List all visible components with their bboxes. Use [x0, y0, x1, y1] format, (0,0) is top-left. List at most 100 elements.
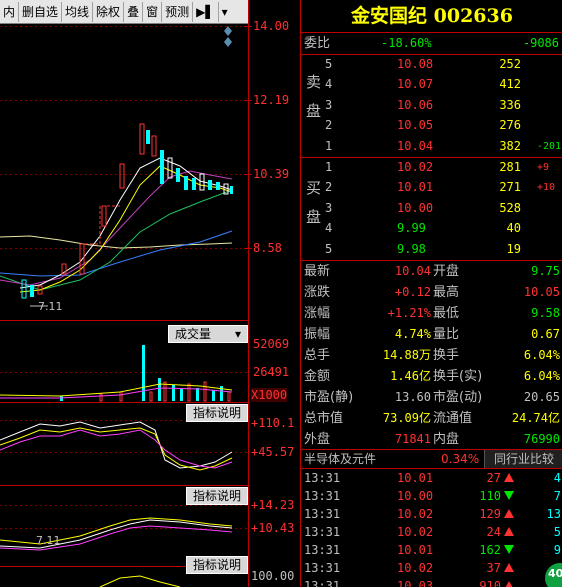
toolbar-item-ma[interactable]: 均线	[62, 1, 94, 22]
buy-volume: 19	[506, 241, 521, 256]
toolbar-item-inner[interactable]: 内	[0, 1, 20, 22]
sell-level-num: 4	[325, 77, 333, 92]
tick-row[interactable]: 13:31 10.02 24 5	[301, 523, 562, 541]
toolbar-item-forecast[interactable]: 预测	[162, 1, 194, 22]
stat-label: 涨幅	[304, 306, 331, 321]
tick-row[interactable]: 13:31 10.00 110 7	[301, 487, 562, 505]
stat-label: 量比	[433, 327, 460, 342]
low-price-marker: 7.11	[38, 300, 63, 313]
stat-row: 外盘 71841 内盘 76990	[301, 429, 562, 450]
tick-time: 13:31	[304, 579, 341, 587]
tick-price: 10.01	[397, 471, 434, 485]
buy-change: +9	[537, 162, 550, 173]
tick-volume: 27	[486, 471, 501, 485]
stat-value: +1.21%	[387, 306, 431, 320]
tick-row[interactable]: 13:31 10.03 910	[301, 577, 562, 587]
sell-level-row[interactable]: 1 10.04 382 -201	[301, 136, 562, 157]
buy-price: 10.02	[397, 160, 434, 174]
sell-level-row[interactable]: 5 10.08 252	[301, 54, 562, 75]
tick-time: 13:31	[304, 525, 341, 539]
sell-level-row[interactable]: 3 10.06 336	[301, 95, 562, 116]
stat-value: 9.75	[531, 264, 560, 278]
stat-value: 73.09亿	[382, 411, 431, 425]
arrow-up-icon	[504, 581, 514, 587]
industry-compare-button[interactable]: 同行业比较	[484, 450, 562, 468]
toolbar-item-window[interactable]: 窗	[143, 1, 163, 22]
toolbar-item-overlay[interactable]: 叠	[124, 1, 144, 22]
weibi-pct: -18.60%	[381, 36, 432, 50]
stat-value: 1.46亿	[390, 369, 431, 383]
buy-level-num: 5	[325, 241, 333, 256]
weibi-label: 委比	[304, 36, 331, 51]
ma-purple-line	[0, 170, 233, 286]
stat-label: 市盈(静)	[304, 390, 354, 405]
tick-count: 4	[553, 471, 561, 485]
volume-unit: X1000	[251, 388, 288, 402]
toolbar-item-exright[interactable]: 除权	[93, 1, 125, 22]
indicator1-help-button[interactable]: 指标说明	[186, 404, 248, 422]
sell-volume: 276	[499, 118, 521, 133]
tick-row[interactable]: 13:31 10.01 27 4	[301, 469, 562, 487]
tick-volume: 110	[479, 489, 501, 503]
weibi-diff: -9086	[522, 36, 559, 50]
buy-level-row[interactable]: 3 10.00 528	[301, 198, 562, 219]
stat-row: 市盈(静) 13.60 市盈(动) 20.65	[301, 387, 562, 408]
buy-level-row[interactable]: 4 9.99 40	[301, 218, 562, 239]
sell-volume: 252	[499, 57, 521, 71]
tick-price: 10.03	[397, 579, 434, 587]
buy-price: 10.01	[397, 180, 434, 195]
sell-price: 10.04	[397, 138, 434, 153]
tick-time: 13:31	[304, 561, 341, 575]
stat-value: 9.58	[531, 306, 560, 320]
buy-level-num: 3	[325, 200, 333, 215]
stat-value: 13.60	[394, 390, 431, 404]
collapse-arrow-icon[interactable]: ▶▌	[193, 1, 219, 22]
buy-level-row[interactable]: 2 10.01 271 +10	[301, 177, 562, 198]
stat-value: 14.88万	[382, 348, 431, 362]
sell-level-row[interactable]: 4 10.07 412	[301, 74, 562, 95]
stat-label: 总手	[304, 348, 331, 363]
buy-level-row[interactable]: 5 9.98 19	[301, 239, 562, 260]
indicator3-help-button[interactable]: 指标说明	[186, 556, 248, 574]
sell-level-num: 1	[325, 138, 333, 153]
stat-label: 最低	[433, 306, 460, 321]
tick-time: 13:31	[304, 543, 341, 557]
stat-row: 最新 10.04 开盘 9.75	[301, 261, 562, 282]
tick-row[interactable]: 13:31 10.02 129 13	[301, 505, 562, 523]
candlesticks	[21, 123, 233, 299]
indicator2-help-button[interactable]: 指标说明	[186, 487, 248, 505]
tick-price: 10.01	[397, 543, 434, 557]
arrow-down-icon	[504, 545, 514, 554]
quote-panel: 金安国纪 002636 委比 -18.60% -9086 卖盘 5 10.08 25…	[300, 0, 562, 587]
stat-label: 换手	[433, 348, 460, 363]
volume-label: 成交量	[175, 327, 212, 341]
sector-name[interactable]: 半导体及元件	[304, 450, 376, 468]
tick-row[interactable]: 13:31 10.01 162 9	[301, 541, 562, 559]
tick-price: 10.02	[397, 507, 434, 521]
sell-volume: 382	[499, 138, 521, 153]
tick-volume: 162	[479, 543, 501, 557]
axis-price-3: 8.58	[253, 241, 282, 255]
buy-level-row[interactable]: 1 10.02 281 +9	[301, 157, 562, 178]
sell-level-num: 2	[325, 118, 333, 133]
notification-badge[interactable]: 40	[545, 563, 562, 587]
indicator1-axis-1: +110.1	[251, 416, 295, 430]
stat-value: 76990	[523, 432, 560, 446]
axis-price-2: 10.39	[253, 167, 290, 181]
buy-volume: 40	[506, 221, 521, 236]
toolbar-item-remove-watch[interactable]: 删自选	[19, 1, 63, 22]
sector-bar: 半导体及元件 0.34% 同行业比较	[301, 450, 562, 468]
dropdown-triangle-icon[interactable]: ▾	[219, 2, 231, 22]
buy-price: 9.98	[397, 241, 426, 256]
diamond-marker-icon	[224, 26, 232, 36]
chart-toolbar: 内 删自选 均线 除权 叠 窗 预测 ▶▌ ▾	[0, 0, 248, 24]
stat-row: 金额 1.46亿 换手(实) 6.04%	[301, 366, 562, 387]
volume-selector[interactable]: 成交量 ▾	[168, 325, 248, 343]
tick-row[interactable]: 13:31 10.02 37	[301, 559, 562, 577]
stat-value: 10.04	[394, 264, 431, 278]
sell-level-row[interactable]: 2 10.05 276	[301, 115, 562, 136]
buy-level-num: 1	[325, 160, 333, 174]
buy-volume: 271	[499, 180, 521, 195]
chart-area[interactable]: 内 删自选 均线 除权 叠 窗 预测 ▶▌ ▾ 14.00 12.19 10.3…	[0, 0, 298, 587]
buy-volume: 281	[499, 160, 521, 174]
